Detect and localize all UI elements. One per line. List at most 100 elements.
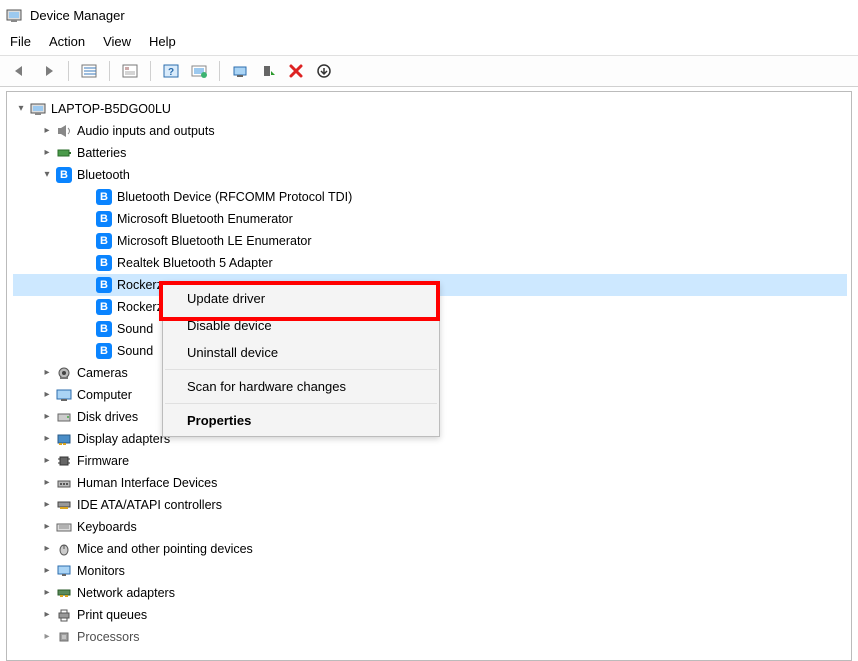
tree-leaf-label: Microsoft Bluetooth Enumerator xyxy=(117,208,293,230)
toolbar-separator xyxy=(150,61,151,81)
tree-node-monitors[interactable]: ▸ Monitors xyxy=(13,560,847,582)
disable-device-button[interactable] xyxy=(312,60,336,82)
bluetooth-icon: B xyxy=(95,343,113,359)
battery-icon xyxy=(55,145,73,161)
mouse-icon xyxy=(55,541,73,557)
chevron-down-icon[interactable]: ▾ xyxy=(41,164,53,186)
tree-node-label: Processors xyxy=(77,626,140,648)
printer-icon xyxy=(55,607,73,623)
chevron-right-icon[interactable]: ▸ xyxy=(41,582,53,604)
ctx-separator xyxy=(165,369,437,370)
ctx-properties[interactable]: Properties xyxy=(163,407,439,434)
chevron-right-icon[interactable]: ▸ xyxy=(41,560,53,582)
hid-icon xyxy=(55,475,73,491)
tree-node-ide[interactable]: ▸ IDE ATA/ATAPI controllers xyxy=(13,494,847,516)
chevron-right-icon[interactable]: ▸ xyxy=(41,604,53,626)
chevron-right-icon[interactable]: ▸ xyxy=(41,142,53,164)
network-icon xyxy=(55,585,73,601)
tree-node-hid[interactable]: ▸ Human Interface Devices xyxy=(13,472,847,494)
bluetooth-icon: B xyxy=(95,211,113,227)
uninstall-device-button[interactable] xyxy=(284,60,308,82)
tree-leaf[interactable]: ▸ B Microsoft Bluetooth Enumerator xyxy=(13,208,847,230)
enable-device-button[interactable] xyxy=(256,60,280,82)
chevron-right-icon[interactable]: ▸ xyxy=(41,428,53,450)
tree-node-bluetooth[interactable]: ▾ B Bluetooth xyxy=(13,164,847,186)
chevron-right-icon[interactable]: ▸ xyxy=(41,406,53,428)
chevron-right-icon[interactable]: ▸ xyxy=(41,384,53,406)
ide-icon xyxy=(55,497,73,513)
processor-icon xyxy=(55,629,73,645)
tree-node-printers[interactable]: ▸ Print queues xyxy=(13,604,847,626)
properties-button[interactable] xyxy=(118,60,142,82)
tree-node-label: Print queues xyxy=(77,604,147,626)
tree-node-label: Keyboards xyxy=(77,516,137,538)
chevron-right-icon[interactable]: ▸ xyxy=(41,626,53,648)
ctx-scan-hardware[interactable]: Scan for hardware changes xyxy=(163,373,439,400)
chevron-right-icon[interactable]: ▸ xyxy=(41,538,53,560)
chevron-right-icon[interactable]: ▸ xyxy=(41,472,53,494)
update-driver-button[interactable] xyxy=(228,60,252,82)
tree-node-label: Firmware xyxy=(77,450,129,472)
tree-node-label: Cameras xyxy=(77,362,128,384)
show-hidden-button[interactable] xyxy=(77,60,101,82)
toolbar-separator xyxy=(68,61,69,81)
tree-node-label: Computer xyxy=(77,384,132,406)
menu-view[interactable]: View xyxy=(103,34,131,49)
ctx-uninstall-device[interactable]: Uninstall device xyxy=(163,339,439,366)
chevron-right-icon[interactable]: ▸ xyxy=(41,450,53,472)
chevron-right-icon[interactable]: ▸ xyxy=(41,362,53,384)
ctx-update-driver[interactable]: Update driver xyxy=(163,285,439,312)
tree-leaf-label: Rockerz xyxy=(117,296,163,318)
forward-button[interactable] xyxy=(36,60,60,82)
tree-node-network[interactable]: ▸ Network adapters xyxy=(13,582,847,604)
tree-node-batteries[interactable]: ▸ Batteries xyxy=(13,142,847,164)
tree-node-processors[interactable]: ▸ Processors xyxy=(13,626,847,648)
bluetooth-icon: B xyxy=(95,233,113,249)
menubar: File Action View Help xyxy=(0,30,858,55)
tree-leaf[interactable]: ▸ B Bluetooth Device (RFCOMM Protocol TD… xyxy=(13,186,847,208)
toolbar-separator xyxy=(109,61,110,81)
tree-leaf[interactable]: ▸ B Realtek Bluetooth 5 Adapter xyxy=(13,252,847,274)
ctx-separator xyxy=(165,403,437,404)
help-button[interactable]: ? xyxy=(159,60,183,82)
menu-file[interactable]: File xyxy=(10,34,31,49)
tree-node-label: Network adapters xyxy=(77,582,175,604)
computer-icon xyxy=(29,101,47,117)
bluetooth-icon: B xyxy=(95,255,113,271)
chevron-right-icon[interactable]: ▸ xyxy=(41,494,53,516)
chevron-right-icon[interactable]: ▸ xyxy=(41,120,53,142)
back-button[interactable] xyxy=(8,60,32,82)
keyboard-icon xyxy=(55,519,73,535)
display-adapter-icon xyxy=(55,431,73,447)
tree-leaf[interactable]: ▸ B Microsoft Bluetooth LE Enumerator xyxy=(13,230,847,252)
tree-node-label: Audio inputs and outputs xyxy=(77,120,215,142)
tree-root[interactable]: ▾ LAPTOP-B5DGO0LU xyxy=(13,98,847,120)
tree-leaf-label: Bluetooth Device (RFCOMM Protocol TDI) xyxy=(117,186,352,208)
app-icon xyxy=(6,7,22,23)
tree-node-label: Human Interface Devices xyxy=(77,472,217,494)
tree-node-audio[interactable]: ▸ Audio inputs and outputs xyxy=(13,120,847,142)
menu-help[interactable]: Help xyxy=(149,34,176,49)
monitor-icon xyxy=(55,563,73,579)
scan-hardware-button[interactable] xyxy=(187,60,211,82)
tree-node-label: IDE ATA/ATAPI controllers xyxy=(77,494,222,516)
tree-node-keyboards[interactable]: ▸ Keyboards xyxy=(13,516,847,538)
chip-icon xyxy=(55,453,73,469)
tree-node-label: Monitors xyxy=(77,560,125,582)
tree-node-label: Mice and other pointing devices xyxy=(77,538,253,560)
tree-node-mice[interactable]: ▸ Mice and other pointing devices xyxy=(13,538,847,560)
monitor-icon xyxy=(55,387,73,403)
tree-leaf-label: Realtek Bluetooth 5 Adapter xyxy=(117,252,273,274)
menu-action[interactable]: Action xyxy=(49,34,85,49)
ctx-disable-device[interactable]: Disable device xyxy=(163,312,439,339)
bluetooth-icon: B xyxy=(95,189,113,205)
tree-node-label: Batteries xyxy=(77,142,126,164)
disk-icon xyxy=(55,409,73,425)
chevron-right-icon[interactable]: ▸ xyxy=(41,516,53,538)
bluetooth-icon: B xyxy=(95,299,113,315)
context-menu: Update driver Disable device Uninstall d… xyxy=(162,282,440,437)
chevron-down-icon[interactable]: ▾ xyxy=(15,98,27,120)
tree-node-firmware[interactable]: ▸ Firmware xyxy=(13,450,847,472)
tree-root-label: LAPTOP-B5DGO0LU xyxy=(51,98,171,120)
titlebar: Device Manager xyxy=(0,0,858,30)
